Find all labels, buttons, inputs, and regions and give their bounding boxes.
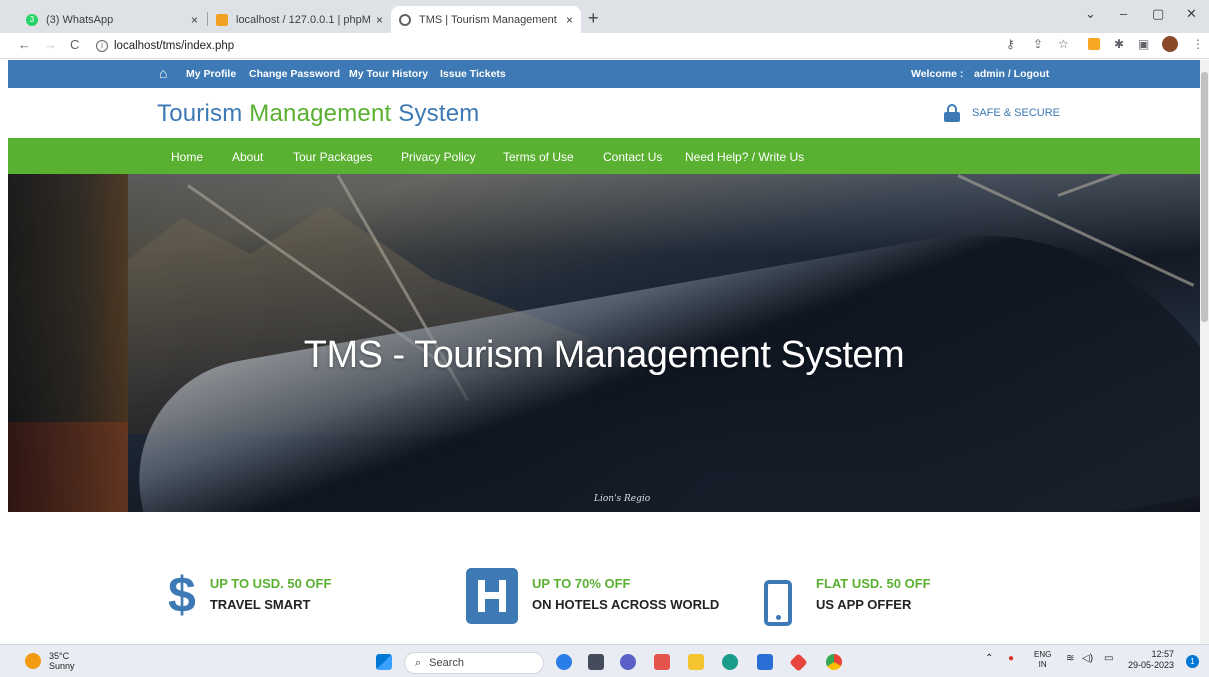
- search-placeholder: Search: [429, 657, 465, 669]
- minimize-icon[interactable]: –: [1120, 6, 1127, 21]
- menu-kebab-icon[interactable]: ⋮: [1192, 37, 1204, 51]
- tab-label: (3) WhatsApp: [46, 13, 114, 26]
- hero-title: TMS - Tourism Management System: [303, 334, 905, 376]
- offer-subtitle: ON HOTELS ACROSS WORLD: [532, 597, 720, 612]
- welcome-label: Welcome :: [911, 68, 964, 80]
- url-field[interactable]: i localhost/tms/index.php: [96, 35, 976, 57]
- tab-label: TMS | Tourism Management System: [419, 13, 560, 26]
- task-view-icon[interactable]: [588, 654, 604, 670]
- edge-icon[interactable]: [722, 654, 738, 670]
- chevron-up-icon[interactable]: ⌃: [985, 653, 993, 664]
- mobile-icon: [764, 580, 792, 626]
- brand-part-2: Management: [249, 100, 392, 127]
- safe-secure-badge: SAFE & SECURE: [944, 104, 1060, 122]
- share-icon[interactable]: ⇪: [1033, 37, 1043, 51]
- brand-part-1: Tourism: [157, 100, 250, 127]
- phpmyadmin-icon: [216, 13, 228, 26]
- offer-subtitle: US APP OFFER: [816, 597, 912, 612]
- volume-icon[interactable]: ◁): [1082, 653, 1093, 664]
- nav-my-tour-history[interactable]: My Tour History: [349, 68, 428, 80]
- extension-icon[interactable]: [1088, 38, 1100, 50]
- tab-search-icon[interactable]: ⌄: [1085, 6, 1096, 22]
- close-icon[interactable]: ×: [566, 13, 573, 27]
- tray-app-icon[interactable]: ●: [1008, 653, 1014, 664]
- main-menu: Home About Tour Packages Privacy Policy …: [8, 138, 1200, 174]
- nav-change-password[interactable]: Change Password: [249, 68, 340, 80]
- brand-part-3: System: [391, 100, 480, 127]
- info-icon[interactable]: i: [96, 40, 108, 52]
- sun-icon: [25, 653, 41, 669]
- offer-headline: UP TO USD. 50 OFF: [209, 576, 332, 591]
- page-scrollbar[interactable]: [1200, 60, 1209, 644]
- offer-headline: FLAT USD. 50 OFF: [816, 576, 931, 591]
- offer-travel-smart[interactable]: $ UP TO USD. 50 OFF TRAVEL SMART: [168, 568, 331, 620]
- tab-phpmyadmin[interactable]: localhost / 127.0.0.1 | phpMyAdmin ×: [208, 6, 391, 33]
- offer-app[interactable]: FLAT USD. 50 OFF US APP OFFER: [764, 568, 931, 626]
- browser-tab-bar: 3 (3) WhatsApp × localhost / 127.0.0.1 |…: [0, 0, 1209, 33]
- offer-hotels[interactable]: UP TO 70% OFF ON HOTELS ACROSS WORLD: [466, 568, 719, 624]
- globe-icon: [399, 13, 411, 26]
- forward-icon[interactable]: →: [44, 37, 57, 52]
- taskbar-search[interactable]: ⌕ Search: [404, 652, 544, 674]
- app-icon[interactable]: [789, 653, 808, 672]
- hero-bus-lettering: Lion's Regio: [594, 494, 651, 504]
- nav-issue-tickets[interactable]: Issue Tickets: [440, 68, 506, 80]
- store-icon[interactable]: [757, 654, 773, 670]
- star-icon[interactable]: ☆: [1058, 37, 1069, 51]
- url-text: localhost/tms/index.php: [114, 40, 235, 52]
- wifi-icon[interactable]: ≋: [1066, 653, 1074, 664]
- menu-privacy-policy[interactable]: Privacy Policy: [401, 150, 476, 164]
- tab-tms[interactable]: TMS | Tourism Management System ×: [391, 6, 581, 33]
- tab-label: localhost / 127.0.0.1 | phpMyAdmin: [236, 13, 370, 26]
- notification-badge[interactable]: 1: [1186, 655, 1199, 668]
- puzzle-icon[interactable]: ✱: [1114, 37, 1124, 51]
- sidepanel-icon[interactable]: ▣: [1138, 37, 1149, 51]
- menu-terms-of-use[interactable]: Terms of Use: [503, 150, 574, 164]
- bing-icon[interactable]: [556, 654, 572, 670]
- offer-subtitle: TRAVEL SMART: [209, 597, 311, 612]
- site-brand[interactable]: Tourism Management System: [157, 100, 479, 128]
- battery-icon[interactable]: ▭: [1104, 653, 1113, 664]
- tab-whatsapp[interactable]: 3 (3) WhatsApp ×: [18, 6, 206, 33]
- close-icon[interactable]: ×: [376, 13, 383, 27]
- scroll-thumb[interactable]: [1201, 72, 1208, 322]
- menu-home[interactable]: Home: [171, 150, 203, 164]
- taskbar: 35°C Sunny ⌕ Search ⌃ ● ENG IN ≋ ◁) ▭ 12:5…: [0, 644, 1209, 677]
- hotel-icon: [466, 568, 518, 624]
- weather-temp: 35°C: [49, 651, 70, 661]
- offer-headline: UP TO 70% OFF: [532, 576, 631, 591]
- secure-label: SAFE & SECURE: [972, 107, 1061, 119]
- menu-tour-packages[interactable]: Tour Packages: [293, 150, 372, 164]
- language-indicator[interactable]: ENG IN: [1034, 650, 1051, 670]
- back-icon[interactable]: ←: [18, 37, 31, 52]
- window-close-icon[interactable]: ✕: [1186, 6, 1197, 22]
- chrome-icon[interactable]: [826, 654, 842, 670]
- weather-desc: Sunny: [49, 661, 75, 671]
- dollar-icon: $: [168, 567, 196, 623]
- menu-need-help[interactable]: Need Help? / Write Us: [685, 150, 804, 164]
- clock[interactable]: 12:57 29-05-2023: [1128, 649, 1174, 671]
- search-icon: ⌕: [415, 656, 422, 669]
- menu-contact-us[interactable]: Contact Us: [603, 150, 662, 164]
- restore-icon[interactable]: ▢: [1152, 6, 1164, 22]
- whatsapp-icon: 3: [26, 13, 38, 26]
- reload-icon[interactable]: C: [70, 37, 79, 52]
- teams-icon[interactable]: [620, 654, 636, 670]
- windows-start-icon[interactable]: [376, 654, 392, 670]
- lock-icon: [944, 104, 960, 122]
- home-icon[interactable]: ⌂: [159, 65, 167, 81]
- nav-my-profile[interactable]: My Profile: [186, 68, 236, 80]
- avatar[interactable]: [1162, 36, 1178, 52]
- xampp-icon[interactable]: [654, 654, 670, 670]
- file-explorer-icon[interactable]: [688, 654, 704, 670]
- menu-about[interactable]: About: [232, 150, 263, 164]
- nav-user-logout[interactable]: admin / Logout: [974, 68, 1049, 80]
- weather-widget[interactable]: 35°C Sunny: [25, 651, 75, 671]
- address-bar-row: ← → C i localhost/tms/index.php: [0, 33, 1209, 59]
- key-icon[interactable]: ⚷: [1006, 37, 1015, 51]
- new-tab-button[interactable]: +: [588, 8, 599, 29]
- close-icon[interactable]: ×: [191, 13, 198, 27]
- hero-banner: TMS - Tourism Management System Lion's R…: [8, 174, 1200, 512]
- top-user-nav: ⌂ My Profile Change Password My Tour His…: [8, 60, 1200, 88]
